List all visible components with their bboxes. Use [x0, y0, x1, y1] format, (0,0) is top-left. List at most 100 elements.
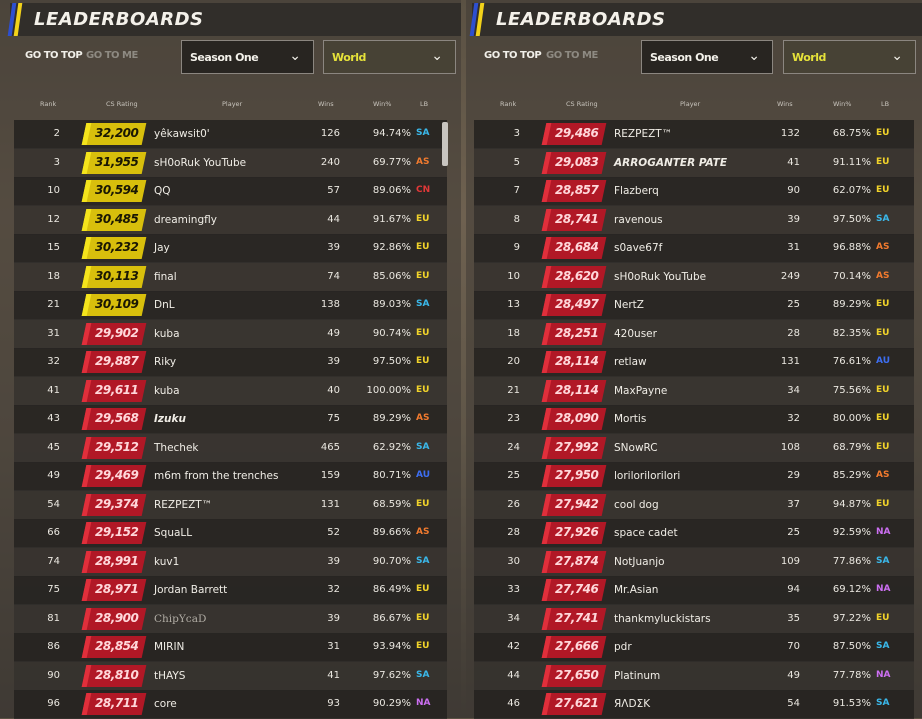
table-row[interactable]: 24 27,992 SNowRC 108 68.79% EU [474, 434, 914, 463]
player-name[interactable]: SquaLL [154, 527, 192, 539]
player-name[interactable]: 420user [614, 328, 657, 340]
player-name[interactable]: Jordan Barrett [154, 584, 227, 596]
table-row[interactable]: 15 30,232 Jay 39 92.86% EU [14, 234, 447, 263]
player-name[interactable]: m6m from the trenches [154, 470, 279, 482]
player-name[interactable]: space cadet [614, 527, 678, 539]
region-badge: AS [416, 413, 430, 423]
table-row[interactable]: 41 29,611 kuba 40 100.00% EU [14, 377, 447, 406]
table-row[interactable]: 75 28,971 Jordan Barrett 32 86.49% EU [14, 576, 447, 605]
player-name[interactable]: Izuku [154, 413, 186, 425]
table-row[interactable]: 33 27,746 Mr.Asian 94 69.12% NA [474, 576, 914, 605]
table-row[interactable]: 66 29,152 SquaLL 52 89.66% AS [14, 519, 447, 548]
player-name[interactable]: NertZ [614, 299, 644, 311]
go-to-top-link[interactable]: GO TO TOP [25, 50, 83, 61]
table-row[interactable]: 26 27,942 cool dog 37 94.87% EU [474, 491, 914, 520]
player-name[interactable]: ARROGANTER PATE [614, 157, 727, 169]
player-name[interactable]: kuba [154, 385, 180, 397]
player-name[interactable]: kuv1 [154, 556, 179, 568]
table-row[interactable]: 86 28,854 MIRIN 31 93.94% EU [14, 633, 447, 662]
table-row[interactable]: 20 28,114 retlaw 131 76.61% AU [474, 348, 914, 377]
player-name[interactable]: dreamingfly [154, 214, 217, 226]
player-name[interactable]: tHAYS [154, 670, 185, 682]
region-dropdown[interactable]: World ⌄ [783, 40, 916, 74]
player-name[interactable]: QQ [154, 185, 171, 197]
table-row[interactable]: 12 30,485 dreamingfly 44 91.67% EU [14, 206, 447, 235]
scrollbar-thumb[interactable] [442, 122, 448, 166]
table-row[interactable]: 18 28,251 420user 28 82.35% EU [474, 320, 914, 349]
player-name[interactable]: REZPEZT™ [154, 499, 212, 511]
player-name[interactable]: Riky [154, 356, 176, 368]
win-percent-value: 94.74% [372, 128, 411, 139]
table-row[interactable]: 10 30,594 QQ 57 89.06% CN [14, 177, 447, 206]
region-dropdown[interactable]: World ⌄ [323, 40, 456, 74]
player-name[interactable]: Mortis [614, 413, 646, 425]
table-row[interactable]: 31 29,902 kuba 49 90.74% EU [14, 320, 447, 349]
player-name[interactable]: Flazberq [614, 185, 659, 197]
go-to-me-link[interactable]: GO TO ME [546, 50, 598, 61]
table-row[interactable]: 8 28,741 ravenous 39 97.50% SA [474, 206, 914, 235]
table-row[interactable]: 44 27,650 Platinum 49 77.78% NA [474, 662, 914, 691]
player-name[interactable]: core [154, 698, 177, 710]
cs-rating-badge: 32,200 [81, 123, 147, 145]
go-to-top-link[interactable]: GO TO TOP [484, 50, 542, 61]
player-name[interactable]: retlaw [614, 356, 647, 368]
table-row[interactable]: 2 32,200 yêkawsit0' 126 94.74% SA [14, 120, 447, 149]
player-name[interactable]: final [154, 271, 177, 283]
table-row[interactable]: 42 27,666 pdr 70 87.50% SA [474, 633, 914, 662]
player-name[interactable]: lorilorilorilori [614, 470, 680, 482]
player-name[interactable]: REZPEZT™ [614, 128, 672, 140]
player-name[interactable]: thankmyluckistars [614, 613, 711, 625]
leaderboard-panel-left: LEADERBOARDS GO TO TOP GO TO ME Season O… [0, 0, 461, 719]
player-name[interactable]: s0ave67f [614, 242, 662, 254]
player-name[interactable]: ЯΛDΣK [614, 698, 650, 710]
player-name[interactable]: SNowRC [614, 442, 658, 454]
region-badge: CN [416, 185, 431, 195]
table-row[interactable]: 21 30,109 DnL 138 89.03% SA [14, 291, 447, 320]
table-row[interactable]: 23 28,090 Mortis 32 80.00% EU [474, 405, 914, 434]
table-row[interactable]: 49 29,469 m6m from the trenches 159 80.71% AU [14, 462, 447, 491]
table-row[interactable]: 45 29,512 Thechek 465 62.92% SA [14, 434, 447, 463]
player-name[interactable]: sH0oRuk YouTube [154, 157, 246, 169]
player-name[interactable]: ravenous [614, 214, 663, 226]
player-name[interactable]: yêkawsit0' [154, 128, 210, 140]
player-name[interactable]: sH0oRuk YouTube [614, 271, 706, 283]
season-dropdown[interactable]: Season One ⌄ [181, 40, 314, 74]
player-name[interactable]: cool dog [614, 499, 659, 511]
panel-title: LEADERBOARDS [34, 9, 204, 30]
player-name[interactable]: MIRIN [154, 641, 184, 653]
table-row[interactable]: 5 29,083 ARROGANTER PATE 41 91.11% EU [474, 149, 914, 178]
table-row[interactable]: 21 28,114 MaxPayne 34 75.56% EU [474, 377, 914, 406]
table-row[interactable]: 74 28,991 kuv1 39 90.70% SA [14, 548, 447, 577]
table-row[interactable]: 7 28,857 Flazberq 90 62.07% EU [474, 177, 914, 206]
table-row[interactable]: 96 28,711 core 93 90.29% NA [14, 690, 447, 719]
player-name[interactable]: kuba [154, 328, 180, 340]
player-name[interactable]: Jay [154, 242, 170, 254]
go-to-me-link[interactable]: GO TO ME [86, 50, 138, 61]
table-row[interactable]: 18 30,113 final 74 85.06% EU [14, 263, 447, 292]
table-row[interactable]: 3 31,955 sH0oRuk YouTube 240 69.77% AS [14, 149, 447, 178]
player-name[interactable]: pdr [614, 641, 632, 653]
table-row[interactable]: 90 28,810 tHAYS 41 97.62% SA [14, 662, 447, 691]
table-row[interactable]: 81 28,900 ChipYcaD 39 86.67% EU [14, 605, 447, 634]
season-dropdown[interactable]: Season One ⌄ [641, 40, 773, 74]
table-row[interactable]: 46 27,621 ЯΛDΣK 54 91.53% SA [474, 690, 914, 719]
table-row[interactable]: 10 28,620 sH0oRuk YouTube 249 70.14% AS [474, 263, 914, 292]
table-row[interactable]: 32 29,887 Riky 39 97.50% EU [14, 348, 447, 377]
table-row[interactable]: 13 28,497 NertZ 25 89.29% EU [474, 291, 914, 320]
table-row[interactable]: 3 29,486 REZPEZT™ 132 68.75% EU [474, 120, 914, 149]
player-name[interactable]: Mr.Asian [614, 584, 658, 596]
player-name[interactable]: ChipYcaD [154, 613, 206, 625]
panel-title: LEADERBOARDS [496, 9, 666, 30]
player-name[interactable]: NotJuanjo [614, 556, 665, 568]
player-name[interactable]: MaxPayne [614, 385, 667, 397]
table-row[interactable]: 28 27,926 space cadet 25 92.59% NA [474, 519, 914, 548]
player-name[interactable]: Thechek [154, 442, 199, 454]
table-row[interactable]: 43 29,568 Izuku 75 89.29% AS [14, 405, 447, 434]
player-name[interactable]: DnL [154, 299, 175, 311]
player-name[interactable]: Platinum [614, 670, 660, 682]
table-row[interactable]: 9 28,684 s0ave67f 31 96.88% AS [474, 234, 914, 263]
table-row[interactable]: 34 27,741 thankmyluckistars 35 97.22% EU [474, 605, 914, 634]
table-row[interactable]: 54 29,374 REZPEZT™ 131 68.59% EU [14, 491, 447, 520]
table-row[interactable]: 30 27,874 NotJuanjo 109 77.86% SA [474, 548, 914, 577]
table-row[interactable]: 25 27,950 lorilorilorilori 29 85.29% AS [474, 462, 914, 491]
